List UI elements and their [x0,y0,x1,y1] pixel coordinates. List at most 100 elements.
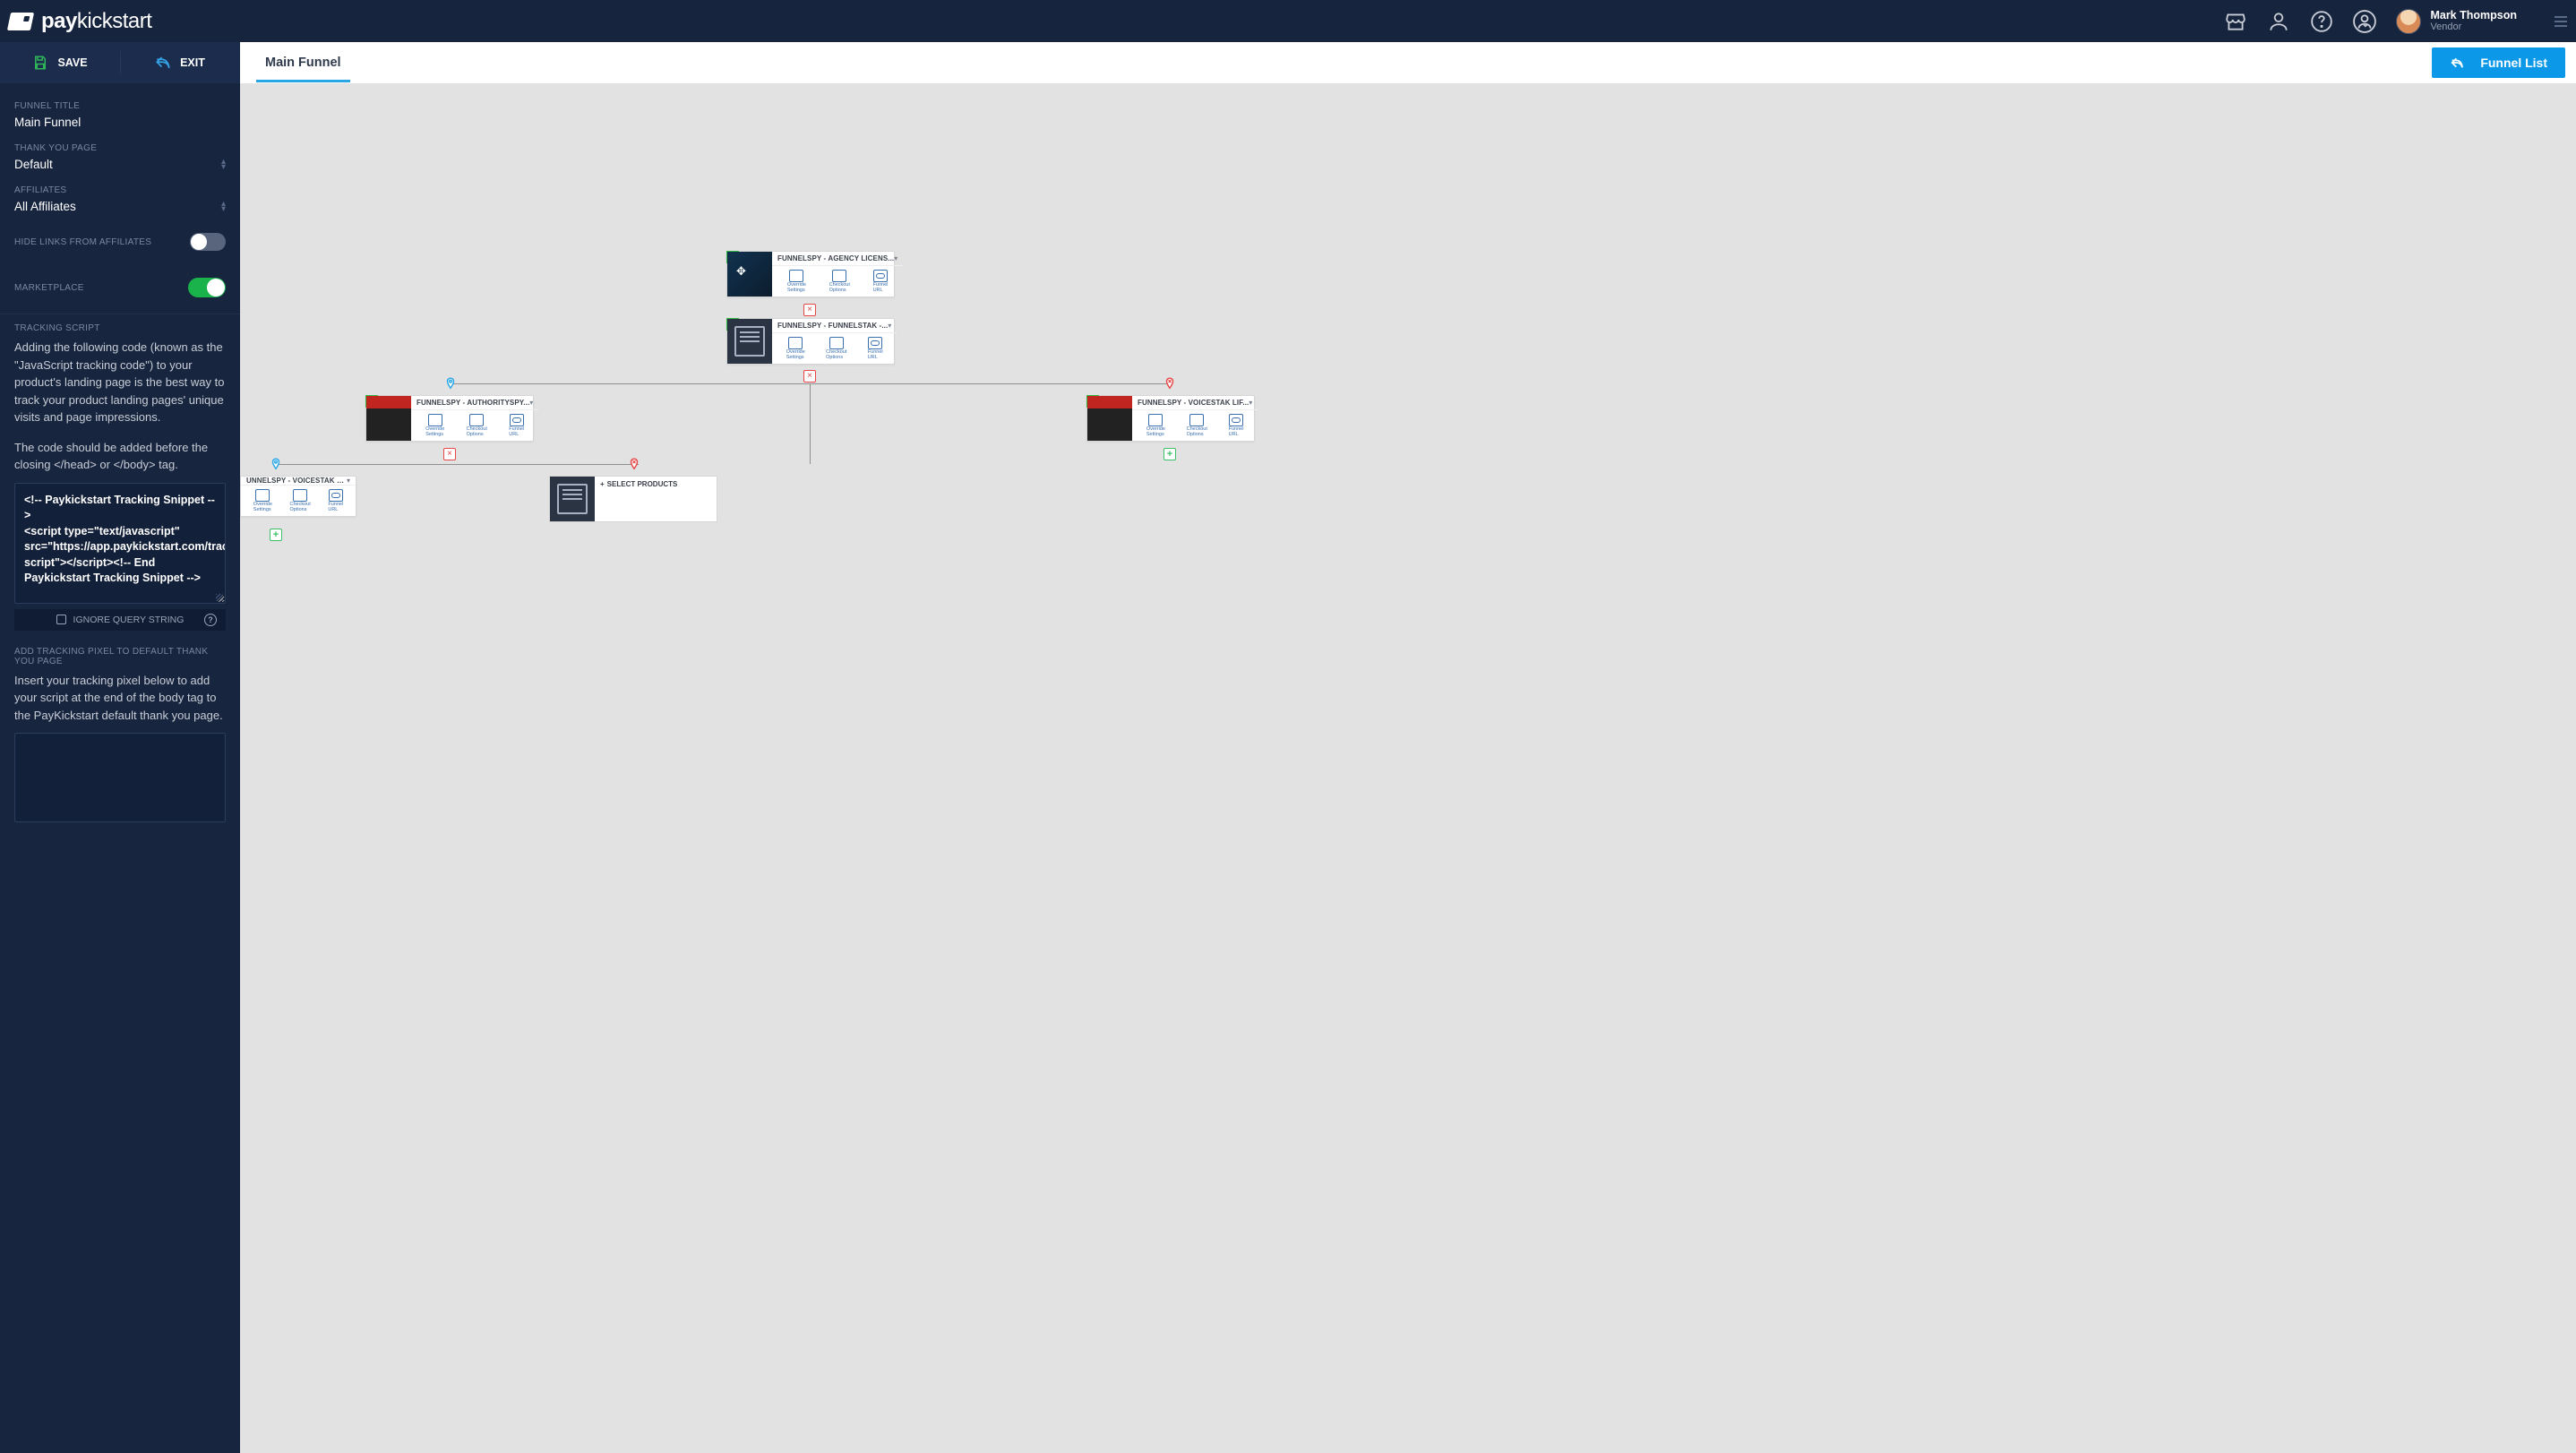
funnel-card-authority[interactable]: ✓ FUNNELSPY - AUTHORITYSPY... ▾ Override… [365,395,534,442]
move-cursor-icon: ✥ [736,264,746,279]
checkout-options-button[interactable]: CheckoutOptions [290,489,311,512]
card-thumb: ✥ [727,252,772,297]
help-icon[interactable]: ? [204,614,217,626]
card-menu-caret[interactable]: ▾ [888,322,891,330]
card-title: UNNELSPY - VOICESTAK LIF... [246,477,347,485]
ignore-query-label: IGNORE QUERY STRING [73,615,185,625]
thank-you-select[interactable]: Default ▴▾ [14,158,226,171]
delete-node-button[interactable]: × [803,370,816,383]
brand-post: kickstart [77,9,152,33]
delete-node-button[interactable]: × [803,304,816,316]
marketplace-icon[interactable] [2224,10,2247,33]
delete-node-button[interactable]: × [443,448,456,460]
ignore-query-checkbox[interactable] [56,615,66,624]
edge [810,383,811,464]
pixel-desc: Insert your tracking pixel below to add … [14,672,226,725]
save-button[interactable]: SAVE [0,55,120,71]
card-menu-caret[interactable]: ▾ [529,399,533,407]
sidebar: SAVE EXIT FUNNEL TITLE Main Funnel THANK… [0,42,240,1453]
checkout-options-button[interactable]: CheckoutOptions [1187,414,1207,437]
card-thumb [366,396,411,441]
funnel-card-agency[interactable]: ✓ ✥ FUNNELSPY - AGENCY LICENS... ▾ Overr… [726,251,895,297]
canvas-wrap: Main Funnel Funnel List [240,42,2576,1453]
funnel-url-button[interactable]: FunnelURL [1229,414,1244,437]
funnel-url-button[interactable]: FunnelURL [873,270,889,293]
override-settings-button[interactable]: OverrideSettings [253,489,272,512]
exit-label: EXIT [180,56,205,69]
menu-icon[interactable] [2555,16,2567,27]
user-name: Mark Thompson [2430,10,2517,22]
tracking-desc2: The code should be added before the clos… [14,439,226,474]
ignore-query-row[interactable]: IGNORE QUERY STRING ? [14,609,226,631]
funnel-canvas[interactable]: ✓ ✥ FUNNELSPY - AGENCY LICENS... ▾ Overr… [240,83,2576,1453]
account-switch-icon[interactable] [2353,10,2376,33]
card-menu-caret[interactable]: ▾ [894,254,897,262]
marketplace-toggle[interactable] [188,278,226,297]
tracking-desc1: Adding the following code (known as the … [14,339,226,426]
funnel-card-voicestak-cut[interactable]: UNNELSPY - VOICESTAK LIF... ▾ OverrideSe… [240,476,356,517]
marketplace-label: MARKETPLACE [14,283,84,293]
thank-you-label: THANK YOU PAGE [14,143,226,153]
checkout-options-button[interactable]: CheckoutOptions [829,270,850,293]
help-icon[interactable] [2310,10,2333,33]
add-node-button[interactable]: + [1163,448,1176,460]
user-block[interactable]: Mark Thompson Vendor [2396,9,2517,34]
affiliates-select[interactable]: All Affiliates ▴▾ [14,200,226,213]
brand-pre: pay [41,9,77,33]
canvas-title[interactable]: Main Funnel [265,44,341,82]
funnel-list-button[interactable]: Funnel List [2432,47,2565,78]
card-title: FUNNELSPY - AGENCY LICENS... [777,254,894,262]
override-settings-button[interactable]: OverrideSettings [787,270,806,293]
select-arrows-icon: ▴▾ [221,159,226,170]
checkout-options-button[interactable]: CheckoutOptions [826,337,846,360]
exit-button[interactable]: EXIT [120,55,240,71]
card-menu-caret[interactable]: ▾ [347,477,350,485]
hide-links-toggle[interactable] [190,233,226,251]
funnel-card-voicestak[interactable]: ✓ FUNNELSPY - VOICESTAK LIF... ▾ Overrid… [1086,395,1255,442]
select-arrows-icon: ▴▾ [221,202,226,212]
checkout-options-button[interactable]: CheckoutOptions [467,414,487,437]
brand-logo[interactable]: paykickstart [9,9,151,34]
card-title: FUNNELSPY - FUNNELSTAK -... [777,322,888,330]
funnel-title-label: FUNNEL TITLE [14,101,226,111]
funnel-list-label: Funnel List [2480,56,2547,70]
user-meta: Mark Thompson Vendor [2430,10,2517,33]
pin-accept-icon [444,377,457,390]
card-title: FUNNELSPY - VOICESTAK LIF... [1138,399,1249,407]
plus-icon: + [600,480,605,488]
card-thumb [550,477,595,521]
pin-decline-icon [628,458,640,470]
override-settings-button[interactable]: OverrideSettings [1146,414,1165,437]
pixel-label: ADD TRACKING PIXEL TO DEFAULT THANK YOU … [14,647,226,666]
funnel-card-funnelstak[interactable]: ✓ FUNNELSPY - FUNNELSTAK -... ▾ Override… [726,318,895,365]
placeholder-text: SELECT PRODUCTS [607,480,678,488]
sidebar-body: FUNNEL TITLE Main Funnel THANK YOU PAGE … [0,83,240,1453]
tracking-code-input[interactable]: <!-- Paykickstart Tracking Snippet --><s… [14,483,226,604]
funnel-url-button[interactable]: FunnelURL [509,414,524,437]
affiliates-label: AFFILIATES [14,185,226,195]
card-menu-caret[interactable]: ▾ [1249,399,1252,407]
select-products-card[interactable]: +SELECT PRODUCTS [549,476,717,522]
tracking-label: TRACKING SCRIPT [14,323,226,333]
user-role: Vendor [2430,21,2517,32]
avatar [2396,9,2421,34]
pin-accept-icon [270,458,282,470]
profile-icon[interactable] [2267,10,2290,33]
edge [276,464,639,465]
override-settings-button[interactable]: OverrideSettings [786,337,805,360]
override-settings-button[interactable]: OverrideSettings [425,414,444,437]
funnel-url-button[interactable]: FunnelURL [868,337,883,360]
funnel-url-button[interactable]: FunnelURL [328,489,343,512]
save-label: SAVE [57,56,87,69]
card-thumb [727,319,772,364]
pin-decline-icon [1163,377,1176,390]
card-thumb [1087,396,1132,441]
pixel-input[interactable] [14,733,226,822]
top-bar: paykickstart Mark Thompson Vendor [0,0,2576,42]
add-node-button[interactable]: + [270,529,282,541]
edge [453,383,1170,384]
side-actions: SAVE EXIT [0,42,240,83]
hide-links-label: HIDE LINKS FROM AFFILIATES [14,237,151,247]
funnel-title-input[interactable]: Main Funnel [14,116,226,129]
brand-icon [7,13,34,30]
